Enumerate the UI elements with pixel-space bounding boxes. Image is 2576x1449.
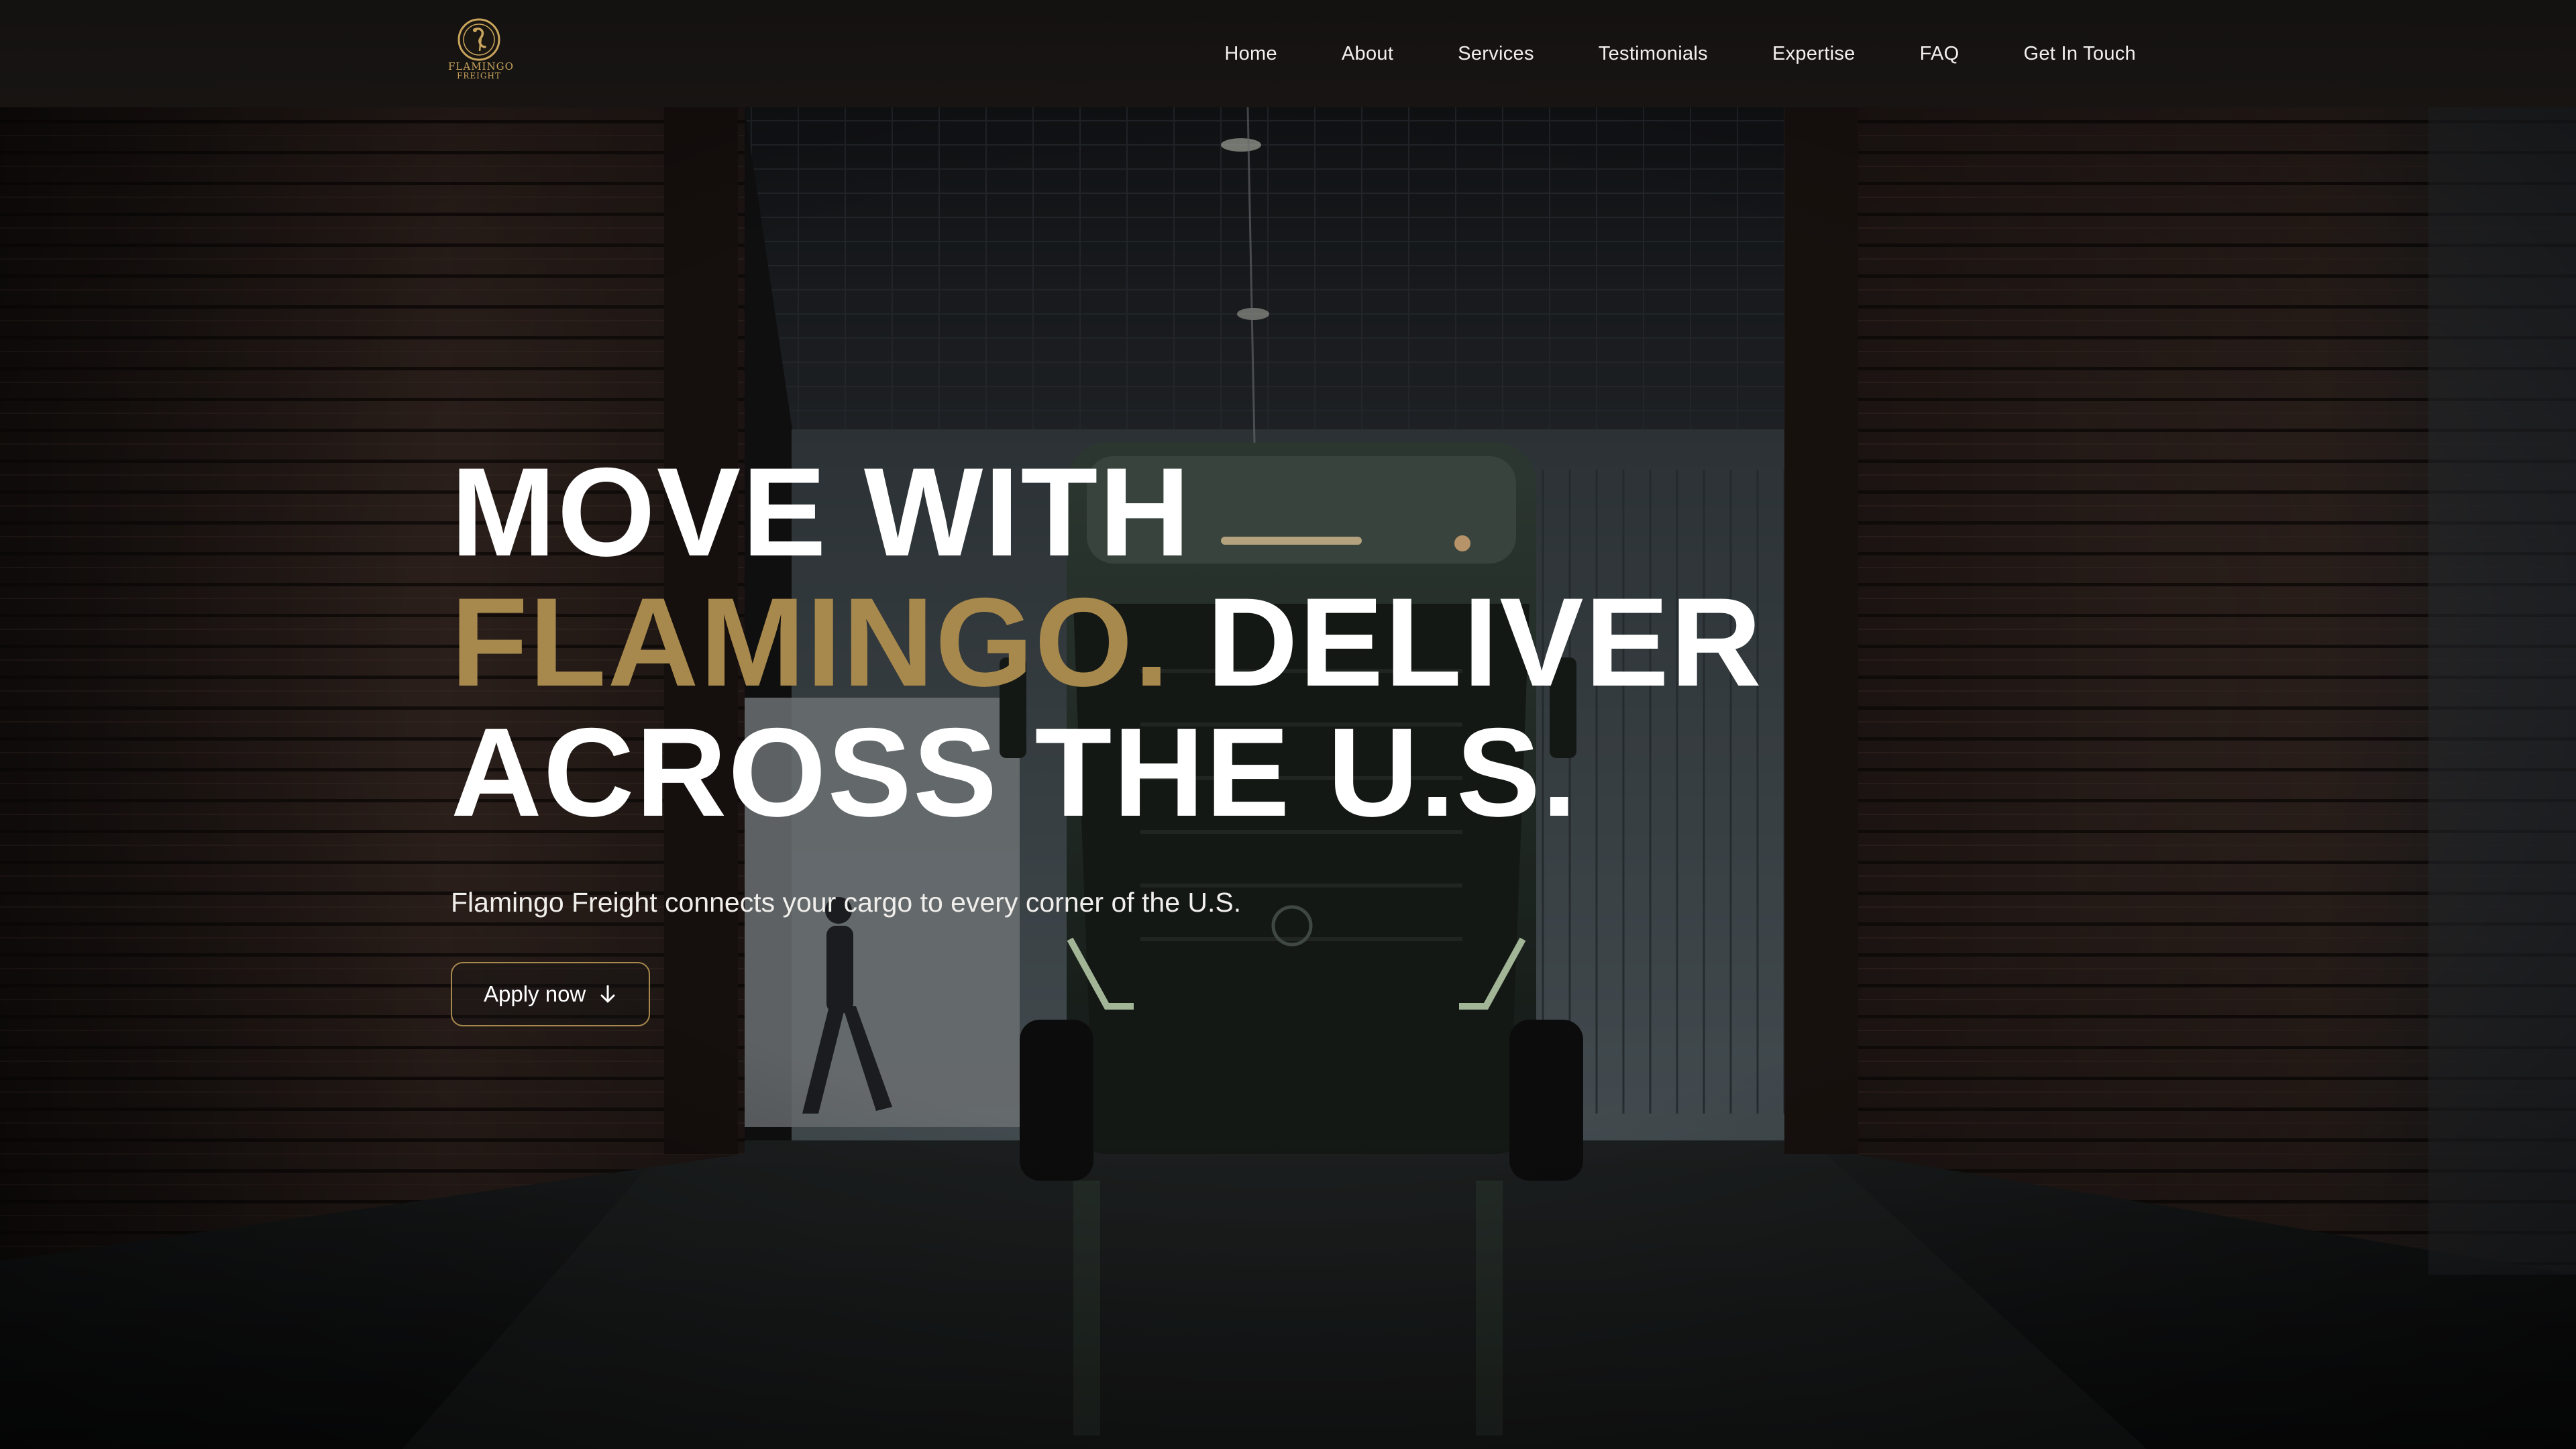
hero-section: MOVE WITH FLAMINGO. DELIVER ACROSS THE U… bbox=[451, 447, 1792, 1026]
nav-item-home[interactable]: Home bbox=[1224, 43, 1277, 65]
nav-item-expertise[interactable]: Expertise bbox=[1772, 43, 1856, 65]
headline-line-3: ACROSS THE U.S. bbox=[451, 702, 1578, 843]
arrow-down-icon bbox=[600, 985, 615, 1003]
apply-now-label: Apply now bbox=[484, 981, 586, 1006]
headline-line-1: MOVE WITH bbox=[451, 441, 1192, 582]
hero-subtitle: Flamingo Freight connects your cargo to … bbox=[451, 887, 1242, 918]
flamingo-emblem-icon bbox=[458, 18, 500, 61]
nav-item-services[interactable]: Services bbox=[1458, 43, 1534, 65]
nav-item-get-in-touch[interactable]: Get In Touch bbox=[2023, 43, 2136, 65]
brand-subname: FREIGHT bbox=[457, 71, 501, 80]
nav-item-about[interactable]: About bbox=[1342, 43, 1393, 65]
top-navbar: FLAMINGO FREIGHT Home About Services Tes… bbox=[0, 0, 2576, 107]
nav-item-faq[interactable]: FAQ bbox=[1920, 43, 1960, 65]
apply-now-button[interactable]: Apply now bbox=[451, 962, 651, 1026]
brand-name: FLAMINGO bbox=[448, 60, 514, 72]
headline-line-2-rest: DELIVER bbox=[1170, 572, 1763, 712]
nav-item-testimonials[interactable]: Testimonials bbox=[1599, 43, 1708, 65]
main-nav: Home About Services Testimonials Experti… bbox=[1224, 0, 2136, 107]
headline-line-2: FLAMINGO. DELIVER bbox=[451, 577, 1792, 707]
hero-headline: MOVE WITH FLAMINGO. DELIVER ACROSS THE U… bbox=[451, 447, 1792, 837]
headline-accent-brand: FLAMINGO. bbox=[451, 572, 1171, 712]
brand-logo[interactable]: FLAMINGO FREIGHT bbox=[448, 17, 514, 90]
landing-page: FLAMINGO FREIGHT Home About Services Tes… bbox=[0, 0, 2576, 1449]
